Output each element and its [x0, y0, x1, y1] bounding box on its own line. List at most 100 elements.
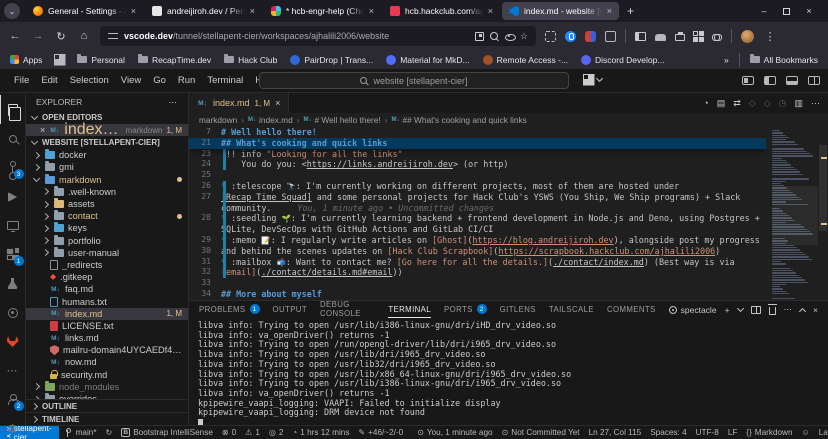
timeline-section[interactable]: TIMELINE [26, 412, 188, 425]
tree-item-docker[interactable]: docker [26, 149, 188, 161]
tab-close-icon[interactable]: × [250, 6, 255, 16]
customize-layout-icon[interactable] [742, 76, 754, 85]
open-preview-icon[interactable]: ▤ [717, 98, 726, 109]
close-editor-icon[interactable]: × [40, 125, 45, 135]
copy-link-icon[interactable] [712, 34, 722, 40]
tab-close-icon[interactable]: × [369, 6, 374, 16]
bookmarks-overflow-chevron[interactable]: » [724, 55, 729, 65]
qr-code-icon[interactable] [694, 32, 703, 41]
bookmark-star-icon[interactable]: ☆ [520, 31, 528, 42]
activity-item-settings[interactable]: ⚙ [0, 414, 26, 439]
terminal-output[interactable]: libva info: Trying to open /usr/lib/i386… [189, 318, 828, 425]
breadcrumb-item[interactable]: M↓## What's cooking and quick links [392, 115, 527, 125]
bookmark-item[interactable]: Apps [10, 55, 42, 65]
bookmark-item[interactable] [55, 55, 64, 64]
status-item[interactable]: UTF-8 [696, 428, 719, 437]
tree-item-now-md[interactable]: M↓now.md [26, 356, 188, 368]
status-item[interactable]: Spaces: 4 [650, 428, 686, 437]
tree-item-keys[interactable]: keys [26, 222, 188, 234]
kill-terminal-icon[interactable] [769, 307, 776, 315]
toggle-primary-sidebar-icon[interactable] [764, 76, 776, 85]
more-actions-icon[interactable]: ⋯ [811, 98, 820, 109]
tree-item-humans-txt[interactable]: humans.txt [26, 295, 188, 307]
onepassword-extension-icon[interactable] [565, 31, 576, 42]
tree-item-security-md[interactable]: security.md [26, 369, 188, 381]
tree-item-gmi[interactable]: gmi [26, 161, 188, 173]
tree-item-user-manual[interactable]: user-manual [26, 247, 188, 259]
terminal-dropdown-icon[interactable] [736, 304, 743, 311]
bookmark-item[interactable]: Hack Club [224, 55, 277, 65]
status-item[interactable]: main* [66, 428, 97, 437]
menu-run[interactable]: Run [172, 75, 201, 86]
run-on-save-icon[interactable]: ◷ [779, 98, 787, 109]
tree-item--gitkeep[interactable]: ◆.gitkeep [26, 271, 188, 283]
open-changes-icon[interactable]: ⇄ [733, 98, 741, 109]
activity-item-extensions[interactable]: 1 [0, 240, 26, 269]
status-item[interactable]: ↻ [106, 429, 113, 437]
url-text[interactable]: vscode.dev/tunnel/stellapent-cier/worksp… [124, 31, 469, 41]
status-item[interactable]: {}Markdown [746, 428, 792, 437]
panel-tab-ports[interactable]: PORTS2 [444, 301, 487, 318]
activity-item-run-debug[interactable] [0, 182, 26, 211]
editor-scrollbar[interactable] [818, 127, 828, 300]
bookmark-item[interactable]: Material for MkD... [386, 55, 469, 65]
tree-item-node-modules[interactable]: node_modules [26, 381, 188, 393]
activity-item-testing[interactable] [0, 269, 26, 298]
status-item[interactable]: ⚠1 [245, 428, 260, 437]
minimize-icon[interactable]: – [759, 6, 769, 16]
status-item[interactable]: ☺ [802, 429, 810, 437]
activity-item-source-control[interactable]: 3 [0, 153, 26, 182]
close-tab-icon[interactable]: × [275, 98, 280, 108]
status-item[interactable]: ⊗0 [222, 428, 236, 437]
browser-tab[interactable]: General - Settings - Andre× [26, 2, 143, 20]
explorer-more-icon[interactable]: ⋯ [169, 97, 179, 108]
menu-view[interactable]: View [115, 75, 147, 86]
bookmark-item[interactable]: PairDrop | Trans... [290, 55, 373, 65]
breadcrumb-item[interactable]: markdown [199, 115, 237, 125]
tree-item-faq-md[interactable]: M↓faq.md [26, 283, 188, 295]
apps-grid-menu[interactable] [584, 75, 604, 84]
tree-item-license-txt[interactable]: LICENSE.txt [26, 320, 188, 332]
close-window-icon[interactable]: × [804, 6, 814, 16]
minimap[interactable] [772, 127, 818, 300]
profile-avatar[interactable] [741, 30, 754, 43]
reader-eye-icon[interactable] [505, 32, 514, 41]
menu-kebab-icon[interactable]: ⋮ [763, 30, 777, 43]
activity-item-search[interactable] [0, 124, 26, 153]
panel-tab-tailscale[interactable]: TAILSCALE [549, 301, 594, 318]
tree-item-portfolio[interactable]: portfolio [26, 235, 188, 247]
tree-item-markdown[interactable]: markdown [26, 174, 188, 186]
new-tab-button[interactable]: + [621, 4, 640, 18]
url-bar[interactable]: vscode.dev/tunnel/stellapent-cier/worksp… [100, 26, 536, 46]
panel-tab-comments[interactable]: COMMENTS [607, 301, 656, 318]
browser-tab[interactable]: hcb.hackclub.com/api/v4× [383, 2, 500, 20]
status-item[interactable]: LF [728, 428, 738, 437]
next-change-icon[interactable]: ◇ [764, 98, 771, 109]
sticky-scroll[interactable]: 7# Well hello there!21## What's cooking … [189, 127, 766, 149]
status-item[interactable]: Ln 27, Col 115 [589, 428, 642, 437]
tree-item--well-known[interactable]: .well-known [26, 186, 188, 198]
panel-tab-gitlens[interactable]: GITLENS [500, 301, 536, 318]
toggle-secondary-sidebar-icon[interactable] [808, 76, 820, 85]
activity-item-explorer[interactable] [0, 95, 26, 124]
split-editor-icon[interactable]: ▥ [794, 98, 803, 109]
activity-item-accounts[interactable]: 2 [0, 385, 26, 414]
menu-go[interactable]: Go [147, 75, 172, 86]
status-item[interactable]: ◔1 hrs 12 mins [292, 428, 349, 437]
container-extension-icon[interactable] [605, 31, 616, 42]
mask-extension-icon[interactable] [585, 31, 596, 42]
panel-more-icon[interactable]: ⋯ [784, 304, 793, 315]
bookmark-item[interactable]: Discord Develop... [581, 55, 664, 65]
close-panel-icon[interactable]: × [813, 305, 818, 315]
code-editor[interactable]: 7# Well hello there!21## What's cooking … [189, 127, 828, 300]
status-item[interactable]: BBootstrap IntelliSense [121, 428, 213, 437]
bookmark-item[interactable]: Remote Access -... [483, 55, 568, 65]
extension-screenshot-icon[interactable] [545, 31, 556, 42]
tree-item-contact[interactable]: contact [26, 210, 188, 222]
tree-item-index-md[interactable]: M↓index.md1, M [26, 308, 188, 320]
zoom-icon[interactable] [490, 32, 499, 41]
tab-close-icon[interactable]: × [488, 6, 493, 16]
panel-tab-problems[interactable]: PROBLEMS1 [199, 301, 260, 318]
home-icon[interactable]: ⌂ [77, 30, 91, 42]
tree-item--redirects[interactable]: _redirects [26, 259, 188, 271]
